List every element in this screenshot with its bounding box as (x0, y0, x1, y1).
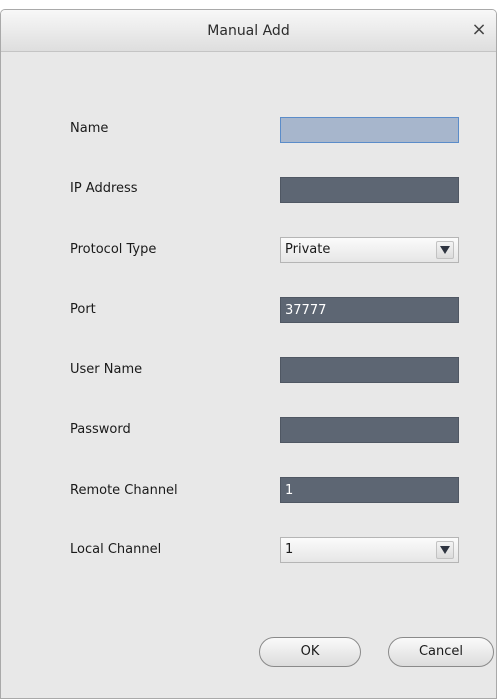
ip-address-input[interactable] (280, 177, 459, 203)
local-channel-value: 1 (285, 542, 294, 557)
name-input[interactable] (280, 117, 459, 143)
chevron-down-icon[interactable] (436, 241, 454, 259)
protocol-type-label: Protocol Type (70, 242, 157, 257)
password-input[interactable] (280, 417, 459, 443)
ip-address-label: IP Address (70, 181, 138, 196)
chevron-down-icon[interactable] (436, 541, 454, 559)
local-channel-select[interactable]: 1 (280, 537, 459, 563)
remote-channel-label: Remote Channel (70, 483, 178, 498)
close-icon[interactable]: × (468, 18, 490, 42)
dialog-titlebar: Manual Add × (1, 10, 496, 52)
manual-add-dialog: Manual Add × Name IP Address Protocol Ty… (0, 9, 497, 699)
user-name-input[interactable] (280, 357, 459, 383)
port-label: Port (70, 302, 96, 317)
name-label: Name (70, 121, 109, 136)
password-label: Password (70, 422, 131, 437)
cancel-button[interactable]: Cancel (388, 637, 494, 667)
ok-button[interactable]: OK (259, 637, 361, 667)
local-channel-label: Local Channel (70, 542, 162, 557)
user-name-label: User Name (70, 362, 143, 377)
protocol-type-value: Private (285, 242, 331, 257)
port-input[interactable] (280, 297, 459, 323)
protocol-type-select[interactable]: Private (280, 237, 459, 263)
dialog-title: Manual Add (207, 23, 290, 39)
remote-channel-input[interactable] (280, 477, 459, 503)
